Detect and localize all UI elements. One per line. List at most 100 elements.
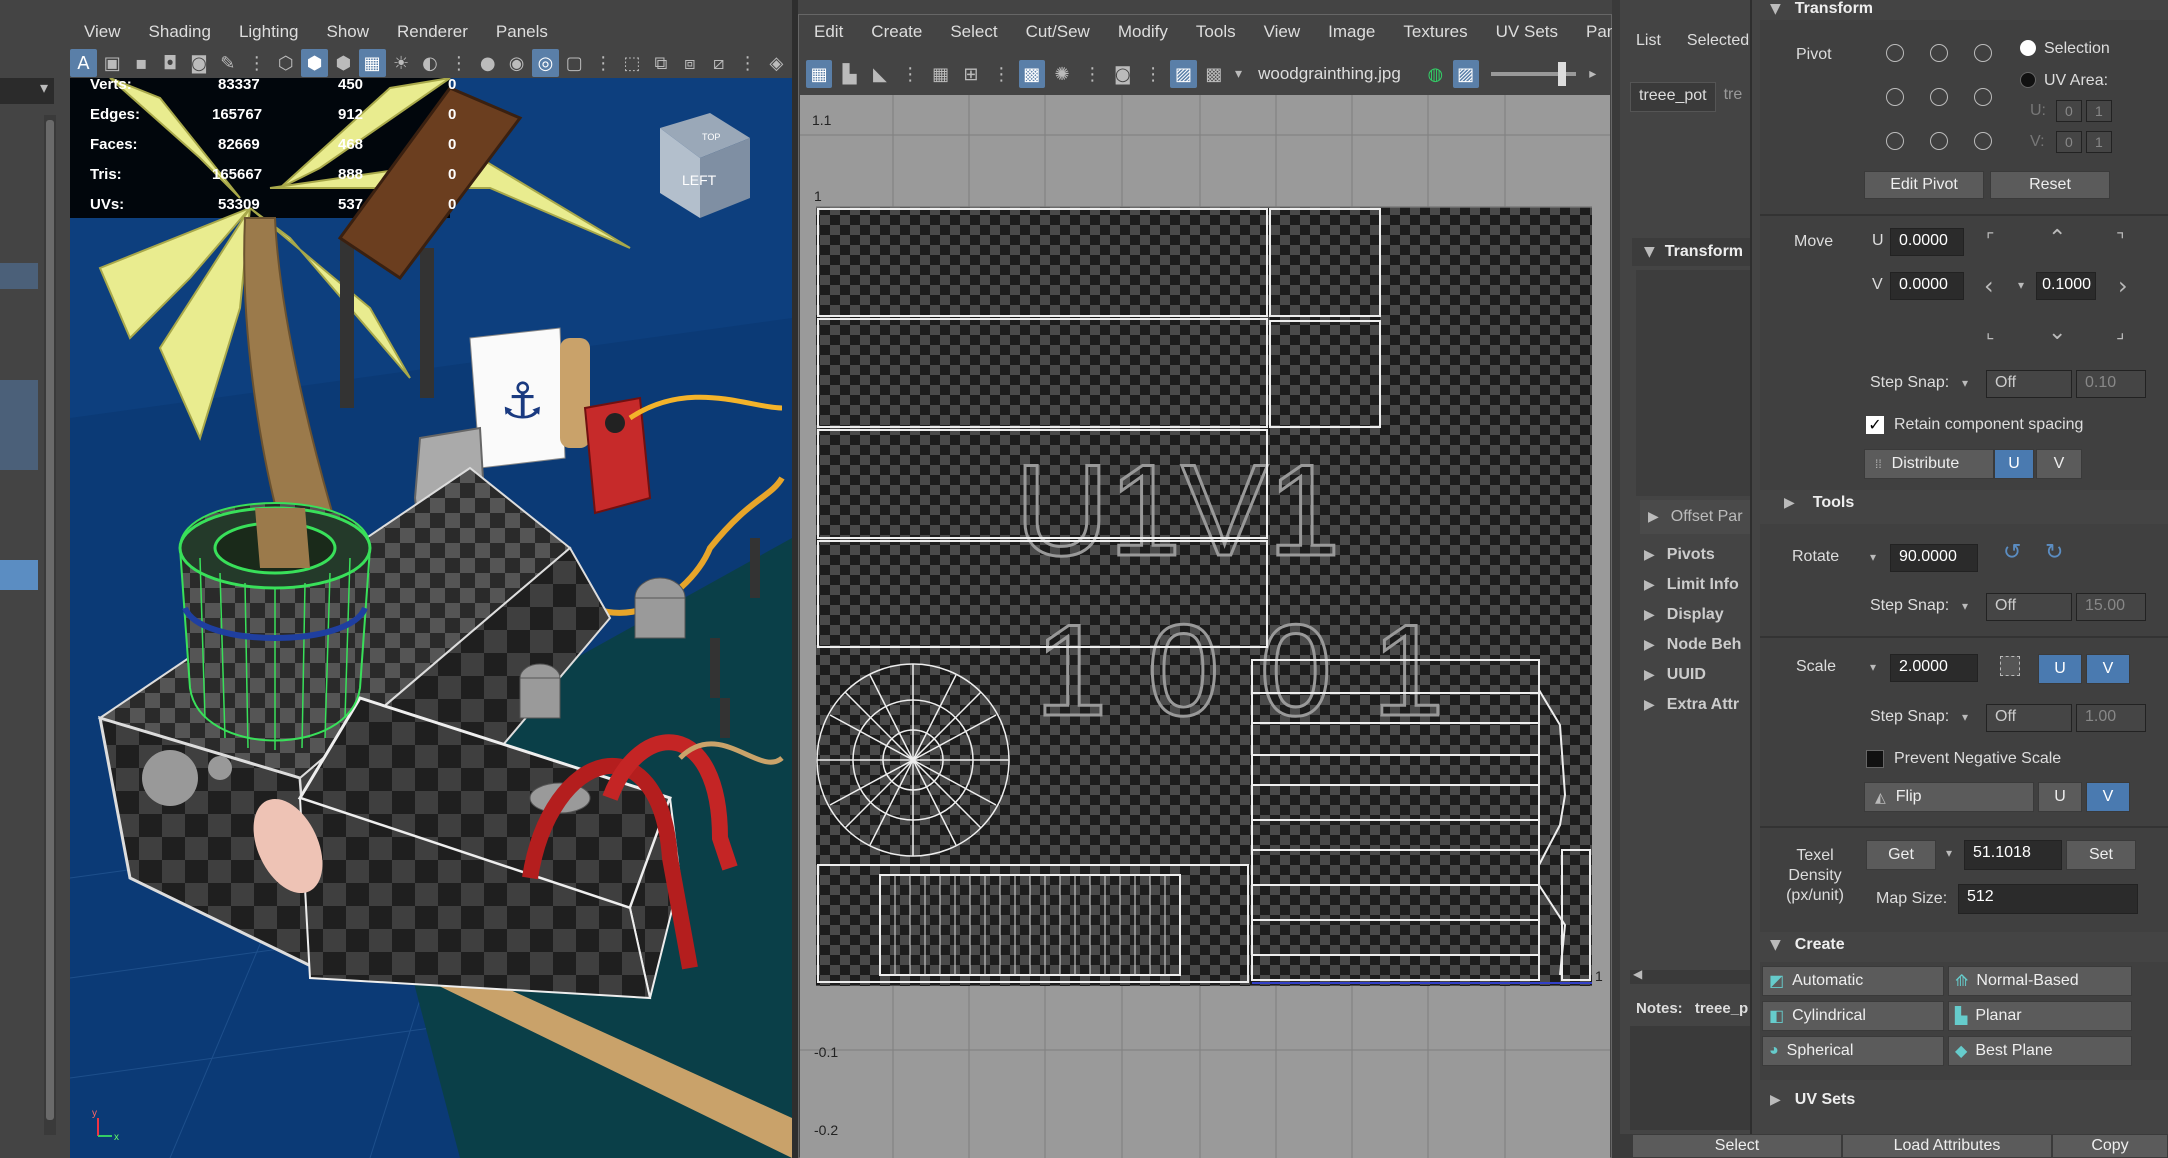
distribute-u-button[interactable]: U <box>1994 449 2034 479</box>
texel-set-button[interactable]: Set <box>2066 840 2136 870</box>
distribute-button[interactable]: ⁞⁞ Distribute <box>1864 449 1994 479</box>
pivot-radio-ml[interactable] <box>1886 88 1904 106</box>
reset-pivot-button[interactable]: Reset <box>1990 171 2110 199</box>
uv-menu-edit[interactable]: Edit <box>800 22 857 42</box>
menu-view[interactable]: View <box>70 22 135 42</box>
ambient-occlusion-icon[interactable]: ● <box>474 49 501 77</box>
gate-mask-icon[interactable]: ⧉ <box>648 49 675 77</box>
uv-menu-image[interactable]: Image <box>1314 22 1389 42</box>
attr-section-extra-attributes[interactable]: ▶ Extra Attr <box>1636 690 1750 720</box>
pivot-radio-mc[interactable] <box>1930 88 1948 106</box>
bottom-select-button[interactable]: Select <box>1632 1134 1842 1158</box>
uv-snapshot-icon[interactable]: ▙ <box>836 60 862 88</box>
pivot-uvarea-radio[interactable] <box>2020 72 2036 88</box>
edit-pivot-button[interactable]: Edit Pivot <box>1864 171 1984 199</box>
create-normal-based-button[interactable]: ⟰ Normal-Based <box>1948 966 2132 996</box>
checker-pattern-icon[interactable]: ▩ <box>1201 60 1227 88</box>
move-down-left-icon[interactable]: ⌞ <box>1986 322 1994 343</box>
image-plane-icon[interactable]: ◘ <box>157 49 184 77</box>
rotate-step-snap-chevron-icon[interactable]: ▾ <box>1962 599 1968 613</box>
grid-icon[interactable]: ▦ <box>927 60 953 88</box>
pivot-radio-bl[interactable] <box>1886 132 1904 150</box>
prevent-negative-checkbox[interactable] <box>1866 750 1884 768</box>
attr-hscroll[interactable]: ◀ <box>1630 967 1750 984</box>
rotate-cw-icon[interactable]: ↻ <box>2045 540 2063 565</box>
create-spherical-button[interactable]: ◕ Spherical <box>1762 1036 1944 1066</box>
textured-icon[interactable]: ▦ <box>358 49 386 77</box>
field-chart-icon[interactable]: ⧈ <box>676 49 703 77</box>
section-uv-sets-header[interactable]: ▶ UV Sets <box>1760 1087 2168 1113</box>
expand-toolbar-icon[interactable]: ▸ <box>1580 60 1606 88</box>
attr-section-pivots[interactable]: ▶ Pivots <box>1636 540 1750 570</box>
bottom-load-attributes-button[interactable]: Load Attributes <box>1842 1134 2052 1158</box>
rotate-chevron-icon[interactable]: ▾ <box>1870 550 1876 564</box>
move-right-icon[interactable]: › <box>2118 272 2128 300</box>
create-planar-button[interactable]: ▙ Planar <box>1948 1001 2132 1031</box>
left-strip-item[interactable] <box>0 380 38 470</box>
pivot-radio-tl[interactable] <box>1886 44 1904 62</box>
uv-distortion-icon[interactable]: ✺ <box>1049 60 1075 88</box>
menu-panels[interactable]: Panels <box>482 22 562 42</box>
texel-density-field[interactable]: 51.1018 <box>1964 840 2062 870</box>
bookmark-icon[interactable]: ▪ <box>128 49 155 77</box>
attr-section-transform[interactable]: ▼ Transform <box>1632 238 1752 266</box>
move-step-snap-dropdown[interactable]: Off <box>1986 370 2072 398</box>
exposure-slider[interactable] <box>1490 62 1576 86</box>
move-down-right-icon[interactable]: ⌟ <box>2116 322 2124 343</box>
rgb-channels-icon[interactable]: ◍ <box>1422 60 1448 88</box>
menu-lighting[interactable]: Lighting <box>225 22 313 42</box>
uv-menu-tools[interactable]: Tools <box>1182 22 1250 42</box>
section-transform-header[interactable]: ▼ Transform <box>1760 0 2168 18</box>
attr-section-offset-parent[interactable]: ▶ Offset Par <box>1640 500 1750 534</box>
xray-icon[interactable]: ▢ <box>561 49 588 77</box>
pivot-radio-mr[interactable] <box>1974 88 1992 106</box>
node-tab-tre[interactable]: tre <box>1716 82 1751 112</box>
scale-chevron-icon[interactable]: ▾ <box>1870 660 1876 674</box>
move-up-left-icon[interactable]: ⌜ <box>1986 230 1994 251</box>
uv-menu-create[interactable]: Create <box>857 22 936 42</box>
menu-renderer[interactable]: Renderer <box>383 22 482 42</box>
uv-menu-select[interactable]: Select <box>936 22 1011 42</box>
viewport-3d[interactable]: LEFT TOP ⚓ y x <box>70 78 792 1158</box>
resolution-gate-icon[interactable]: ⬚ <box>619 49 646 77</box>
uv-splitter[interactable] <box>1612 0 1620 1158</box>
bottom-copy-button[interactable]: Copy <box>2052 1134 2168 1158</box>
lights-icon[interactable]: ☀ <box>388 49 415 77</box>
camera-attributes-icon[interactable]: ▣ <box>99 49 126 77</box>
left-strip-item[interactable] <box>0 263 38 289</box>
uv-menu-modify[interactable]: Modify <box>1104 22 1182 42</box>
attr-section-uuid[interactable]: ▶ UUID <box>1636 660 1750 690</box>
flip-button[interactable]: ◭ Flip <box>1864 782 2034 812</box>
scale-pivot-icon[interactable] <box>2000 656 2020 676</box>
move-up-icon[interactable]: ⌃ <box>2048 226 2066 251</box>
attr-section-limit-info[interactable]: ▶ Limit Info <box>1636 570 1750 600</box>
pivot-radio-tc[interactable] <box>1930 44 1948 62</box>
menu-show[interactable]: Show <box>313 22 384 42</box>
move-step-snap-chevron-icon[interactable]: ▾ <box>1962 376 1968 390</box>
create-cylindrical-button[interactable]: ◧ Cylindrical <box>1762 1001 1944 1031</box>
camera-snapshot-icon[interactable]: ◙ <box>1110 60 1136 88</box>
left-strip-item-selected[interactable] <box>0 560 38 590</box>
section-create-header[interactable]: ▼ Create <box>1760 932 2168 958</box>
smooth-shade-icon[interactable]: ⬢ <box>301 49 328 77</box>
uv-canvas[interactable]: U1V1 1001 1.1 1 -0.1 -0.2 1 <box>800 95 1610 1158</box>
2d-pan-icon[interactable]: ◙ <box>186 49 213 77</box>
uv-menu-cut-sew[interactable]: Cut/Sew <box>1012 22 1104 42</box>
left-strip-dropdown[interactable]: ▾ <box>0 78 54 104</box>
safe-action-icon[interactable]: ⧄ <box>705 49 732 77</box>
tab-list[interactable]: List <box>1636 32 1661 50</box>
move-step-chevron-icon[interactable]: ▾ <box>2018 278 2024 292</box>
wireframe-on-shaded-icon[interactable]: ⬢ <box>330 49 357 77</box>
scale-u-button[interactable]: U <box>2038 654 2082 684</box>
uv-menu-uv-sets[interactable]: UV Sets <box>1482 22 1572 42</box>
menu-shading[interactable]: Shading <box>135 22 225 42</box>
uv-menu-textures[interactable]: Textures <box>1389 22 1481 42</box>
move-u-field[interactable]: 0.0000 <box>1890 228 1964 256</box>
grease-pencil-icon[interactable]: ✎ <box>214 49 241 77</box>
move-up-right-icon[interactable]: ⌝ <box>2116 230 2124 251</box>
pivot-radio-br[interactable] <box>1974 132 1992 150</box>
scale-field[interactable]: 2.0000 <box>1890 654 1978 682</box>
pixel-snap-icon[interactable]: ⊞ <box>958 60 984 88</box>
move-v-field[interactable]: 0.0000 <box>1890 272 1964 300</box>
retain-spacing-checkbox[interactable]: ✓ <box>1866 416 1884 434</box>
